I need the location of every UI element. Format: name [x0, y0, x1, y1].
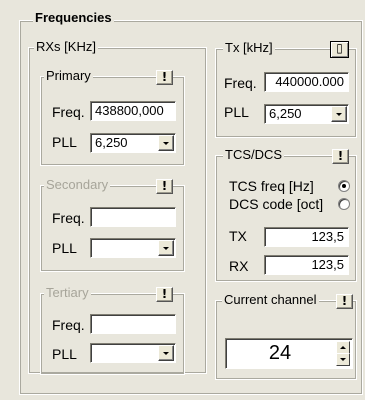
tertiary-freq-field[interactable]: [90, 314, 176, 334]
tcs-tx-field[interactable]: 123,5: [264, 227, 349, 247]
rxs-title: RXs [KHz]: [34, 39, 98, 55]
info-icon: !: [161, 70, 168, 84]
primary-pll-select[interactable]: 6,250: [90, 133, 176, 153]
current-channel-title: Current channel: [222, 292, 319, 308]
frequencies-title: Frequencies: [33, 10, 114, 26]
chevron-down-icon[interactable]: [158, 345, 174, 361]
tx-document-button[interactable]: ▯: [330, 41, 349, 58]
dcs-code-radio[interactable]: [338, 198, 350, 210]
tertiary-info-button[interactable]: !: [156, 287, 173, 302]
tertiary-title: Tertiary: [44, 285, 91, 301]
tcs-tx-label: TX: [229, 228, 247, 244]
primary-freq-label: Freq.: [52, 104, 85, 120]
tx-pll-select[interactable]: 6,250: [264, 104, 349, 124]
secondary-freq-label: Freq.: [52, 210, 85, 226]
tcs-rx-field[interactable]: 123,5: [264, 255, 349, 275]
dcs-code-label[interactable]: DCS code [oct]: [229, 196, 323, 212]
tx-freq-field[interactable]: 440000.000: [264, 72, 349, 92]
secondary-pll-select[interactable]: [90, 238, 176, 258]
secondary-group: Secondary: [40, 177, 185, 272]
primary-pll-value: 6,250: [95, 135, 128, 150]
tx-freq-label: Freq.: [224, 75, 257, 91]
current-channel-info-button[interactable]: !: [336, 294, 353, 309]
primary-info-button[interactable]: !: [156, 70, 173, 85]
chevron-down-icon[interactable]: [331, 106, 347, 122]
info-icon: !: [161, 287, 168, 301]
tcs-rx-label: RX: [229, 258, 249, 274]
tx-pll-value: 6,250: [269, 106, 302, 121]
tcs-freq-radio[interactable]: [338, 180, 350, 192]
secondary-freq-field[interactable]: [90, 207, 176, 227]
tertiary-pll-label: PLL: [52, 346, 77, 362]
info-icon: !: [341, 294, 348, 308]
spin-down-button[interactable]: [336, 353, 350, 366]
tcs-freq-label[interactable]: TCS freq [Hz]: [229, 178, 314, 194]
tcs-dcs-title: TCS/DCS: [223, 147, 285, 163]
tertiary-pll-select[interactable]: [90, 343, 176, 363]
secondary-title: Secondary: [44, 177, 111, 193]
tertiary-freq-label: Freq.: [52, 317, 85, 333]
current-channel-value[interactable]: 24: [226, 339, 334, 368]
tx-title: Tx [kHz]: [223, 40, 275, 56]
tx-group: Tx [kHz]: [215, 40, 357, 138]
info-icon: !: [337, 149, 344, 163]
tx-pll-label: PLL: [224, 104, 249, 120]
document-icon: ▯: [336, 41, 343, 55]
current-channel-spinner[interactable]: 24: [225, 338, 353, 369]
primary-freq-field[interactable]: 438800,000: [90, 101, 176, 121]
info-icon: !: [161, 179, 168, 193]
primary-title: Primary: [44, 68, 93, 84]
chevron-down-icon[interactable]: [158, 240, 174, 256]
tcs-dcs-info-button[interactable]: !: [332, 149, 349, 164]
secondary-pll-label: PLL: [52, 240, 77, 256]
primary-pll-label: PLL: [52, 134, 77, 150]
secondary-info-button[interactable]: !: [156, 179, 173, 194]
chevron-down-icon[interactable]: [158, 135, 174, 151]
